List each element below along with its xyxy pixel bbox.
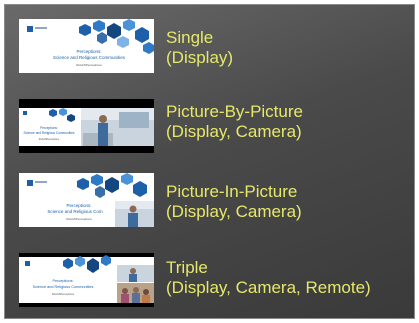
slide-hashtag: #AAASPerceptions [66,217,92,221]
layout-label-triple: Triple (Display, Camera, Remote) [166,258,371,298]
logo-icon [27,180,33,186]
slide-subtitle: Science and Religious Communities [33,285,94,289]
slide-preview: Perceptions: Science and Religious Com #… [19,173,154,227]
person-head [99,115,107,123]
layout-title: Single [166,28,214,47]
slide-subtitle: Science and Religious Communities [23,131,74,135]
layout-subtitle: (Display, Camera) [166,122,302,141]
layout-title: Picture-In-Picture [166,182,298,201]
person-head [129,205,137,213]
layout-title: Picture-By-Picture [166,102,303,121]
slide-title: Perceptions: [66,203,91,208]
person-body [129,274,137,282]
slide-subtitle: Science and Religious Com [47,209,103,214]
layout-selector-panel: Perceptions: Science and Religious Commu… [4,4,415,319]
logo-icon [27,26,33,32]
camera-pane [81,108,154,146]
layout-option-triple[interactable]: Perceptions: Science and Religious Commu… [5,249,414,313]
slide-hashtag: #AAASPerceptions [39,138,60,141]
person-body [128,213,138,227]
thumbnail-single: Perceptions: Science and Religious Commu… [19,19,154,73]
layout-subtitle: (Display, Camera) [166,202,302,221]
layout-subtitle: (Display, Camera, Remote) [166,278,371,297]
slide-title: Perceptions: [52,279,73,283]
remote-inset [117,283,154,303]
thumbnail-picture-in-picture: Perceptions: Science and Religious Com #… [19,173,154,227]
thumbnail-picture-by-picture: Perceptions: Science and Religious Commu… [19,99,154,153]
layout-option-single[interactable]: Perceptions: Science and Religious Commu… [5,19,414,83]
person-body [98,123,108,146]
slide-hashtag: #AAASPerceptions [52,292,75,296]
layout-option-picture-by-picture[interactable]: Perceptions: Science and Religious Commu… [5,93,414,157]
slide-title: Perceptions: [76,49,101,54]
camera-inset [117,265,154,282]
layout-option-picture-in-picture[interactable]: Perceptions: Science and Religious Com #… [5,173,414,237]
slide-preview: Perceptions: Science and Religious Commu… [19,19,154,73]
slide-preview: Perceptions: Science and Religious Commu… [19,253,154,307]
thumbnail-triple: Perceptions: Science and Religious Commu… [19,253,154,307]
layout-label-single: Single (Display) [166,28,233,68]
layout-label-picture-in-picture: Picture-In-Picture (Display, Camera) [166,182,302,222]
slide-title: Perceptions: [40,126,58,130]
camera-inset [115,201,154,227]
layout-subtitle: (Display) [166,48,234,67]
slide-subtitle: Science and Religious Communities [53,55,126,60]
slide-hashtag: #AAASPerceptions [76,63,102,67]
layout-title: Triple [166,258,208,277]
slide-preview: Perceptions: Science and Religious Commu… [19,99,154,153]
logo-icon [25,261,30,266]
logo-icon [23,111,27,115]
layout-label-picture-by-picture: Picture-By-Picture (Display, Camera) [166,102,303,142]
person-head [130,268,136,274]
